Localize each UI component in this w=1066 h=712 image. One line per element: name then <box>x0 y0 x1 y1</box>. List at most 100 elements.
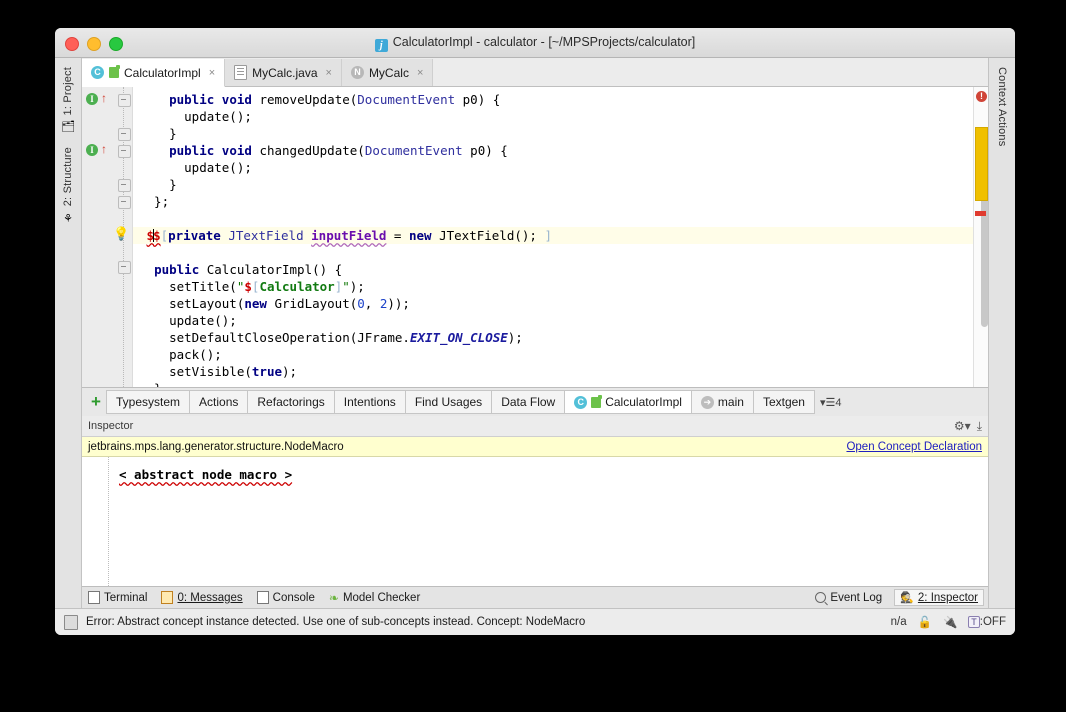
status-tab-terminal[interactable]: Terminal <box>88 591 147 604</box>
editor-tab-calculatorimpl[interactable]: C CalculatorImpl × <box>82 59 226 87</box>
mps-project-icon: j <box>374 39 388 52</box>
code-line: update(); <box>139 109 252 124</box>
code-line: } <box>139 126 177 141</box>
code-line: setLayout(new GridLayout(0, 2)); <box>139 296 410 311</box>
tool-tab-refactorings[interactable]: Refactorings <box>248 390 335 414</box>
status-tab-event-log[interactable]: Event Log <box>815 592 882 604</box>
open-concept-declaration-link[interactable]: Open Concept Declaration <box>846 441 982 453</box>
title-bar: j CalculatorImpl - calculator - [~/MPSPro… <box>55 28 1015 58</box>
gear-icon[interactable]: ⚙▾ <box>954 419 971 433</box>
status-tab-model-checker[interactable]: ❧ Model Checker <box>329 591 420 605</box>
arrow-right-icon: ➔ <box>700 395 714 409</box>
code-line: setDefaultCloseOperation(JFrame.EXIT_ON_… <box>139 330 523 345</box>
intention-bulb-icon[interactable]: 💡 <box>113 226 129 242</box>
editor-tab-label: CalculatorImpl <box>124 65 201 80</box>
generator-badge-icon <box>591 394 603 408</box>
hide-panel-icon[interactable]: ⤓ <box>977 419 982 434</box>
code-line: setVisible(true); <box>139 364 298 379</box>
inspector-content[interactable]: < abstract node macro > <box>109 457 988 586</box>
mps-main-window: j CalculatorImpl - calculator - [~/MPSPro… <box>55 28 1015 635</box>
implements-marker[interactable]: I ↑ <box>86 92 107 107</box>
status-tab-console[interactable]: Console <box>256 591 315 604</box>
override-arrow-icon: ↑ <box>101 142 107 156</box>
window-body: 1: Project 🗂 2: Structure ⚘ C Calculator… <box>55 58 1015 608</box>
search-icon <box>815 592 827 603</box>
editor-tab-label: MyCalc <box>368 65 409 80</box>
fold-toggle[interactable] <box>118 179 131 192</box>
code-line: update(); <box>139 313 237 328</box>
implements-marker[interactable]: I ↑ <box>86 143 107 158</box>
right-tool-sidebar: Context Actions <box>988 58 1015 608</box>
tool-tab-calculatorimpl[interactable]: C CalculatorImpl <box>565 390 692 414</box>
code-line: pack(); <box>139 347 222 362</box>
fold-toggle[interactable] <box>118 128 131 141</box>
typing-state: :OFF <box>979 616 1006 628</box>
code-line: setTitle("$[Calculator]"); <box>139 279 365 294</box>
tool-tab-find-usages[interactable]: Find Usages <box>405 390 493 414</box>
status-bar: Error: Abstract concept instance detecte… <box>55 608 1015 635</box>
code-line: } <box>133 380 973 387</box>
left-tool-sidebar: 1: Project 🗂 2: Structure ⚘ <box>55 58 82 608</box>
generator-badge-icon <box>109 65 120 78</box>
fold-toggle[interactable] <box>118 196 131 209</box>
structure-icon: ⚘ <box>63 212 73 225</box>
code-line-selected: $$[private JTextField inputField = new J… <box>133 227 973 244</box>
tool-tab-intentions[interactable]: Intentions <box>334 390 406 414</box>
tool-tab-strip: + Typesystem Actions Refactorings Intent… <box>82 387 988 416</box>
status-tab-inspector[interactable]: 🕵 2: Inspector <box>894 589 984 606</box>
sidebar-item-structure[interactable]: 2: Structure <box>62 143 74 210</box>
typing-indicator[interactable]: T:OFF <box>968 616 1006 628</box>
editor-tab-strip: C CalculatorImpl × MyCalc.java × N MyCal… <box>82 58 988 87</box>
status-bar-right: n/a 🔓 🔌 T:OFF <box>891 615 1006 629</box>
editor-gutter: I ↑ I ↑ 💡 <box>82 87 133 387</box>
code-line: } <box>139 177 177 192</box>
caret-position: n/a <box>890 616 907 628</box>
typing-badge: T <box>968 616 980 628</box>
fold-toggle[interactable] <box>118 145 131 158</box>
add-tab-button[interactable]: + <box>86 392 106 412</box>
editor-tab-mycalc[interactable]: N MyCalc × <box>341 59 434 86</box>
java-file-icon <box>234 65 248 80</box>
project-icon: 🗂 <box>61 121 75 134</box>
concept-fqn-label: jetbrains.mps.lang.generator.structure.N… <box>88 440 344 453</box>
page-title: j CalculatorImpl - calculator - [~/MPSPro… <box>55 28 1015 57</box>
model-checker-icon: ❧ <box>328 590 339 605</box>
close-icon[interactable]: × <box>326 67 332 79</box>
inspector-gutter <box>82 457 109 586</box>
tool-tab-overflow-icon[interactable]: ▾☰4 <box>815 396 847 409</box>
fold-toggle[interactable] <box>118 94 131 107</box>
close-icon[interactable]: × <box>209 67 215 79</box>
code-editor[interactable]: public void removeUpdate(DocumentEvent p… <box>133 87 973 387</box>
inspector-panel: Inspector ⚙▾ ⤓ jetbrains.mps.lang.genera… <box>82 416 988 586</box>
error-stripe-mark[interactable] <box>975 211 986 216</box>
messages-icon <box>161 591 174 604</box>
status-window-icon[interactable] <box>64 614 78 630</box>
concept-c-icon: C <box>574 395 588 409</box>
implements-icon: I <box>86 144 98 156</box>
tool-tab-textgen[interactable]: Textgen <box>753 390 815 414</box>
sidebar-item-project[interactable]: 1: Project <box>62 63 74 119</box>
tool-tab-actions[interactable]: Actions <box>190 390 249 414</box>
inspector-header: Inspector ⚙▾ ⤓ <box>82 416 988 437</box>
inspector-body: < abstract node macro > <box>82 457 988 586</box>
error-stripe[interactable]: ! <box>973 87 988 387</box>
tool-tab-data-flow[interactable]: Data Flow <box>492 390 566 414</box>
power-plug-icon[interactable]: 🔌 <box>943 615 957 629</box>
fold-toggle[interactable] <box>118 261 131 274</box>
status-tab-messages[interactable]: 0: Messages <box>161 591 243 604</box>
status-tool-tabs: Terminal 0: Messages Console ❧ Model Che… <box>82 586 988 608</box>
code-line: }; <box>139 194 170 209</box>
lock-open-icon[interactable]: 🔓 <box>918 615 932 629</box>
editor-tab-mycalc-java[interactable]: MyCalc.java × <box>225 59 342 86</box>
error-count-icon[interactable]: ! <box>976 91 987 102</box>
terminal-icon <box>88 591 100 604</box>
inspector-concept-bar: jetbrains.mps.lang.generator.structure.N… <box>82 437 988 457</box>
close-icon[interactable]: × <box>417 67 423 79</box>
scrollbar-thumb[interactable] <box>975 127 988 201</box>
code-line: update(); <box>139 160 252 175</box>
inspector-detective-icon: 🕵 <box>900 592 914 604</box>
tool-tab-main[interactable]: ➔ main <box>691 390 754 414</box>
sidebar-item-context-actions[interactable]: Context Actions <box>996 63 1008 150</box>
concept-c-icon: C <box>91 66 104 79</box>
tool-tab-typesystem[interactable]: Typesystem <box>106 390 191 414</box>
